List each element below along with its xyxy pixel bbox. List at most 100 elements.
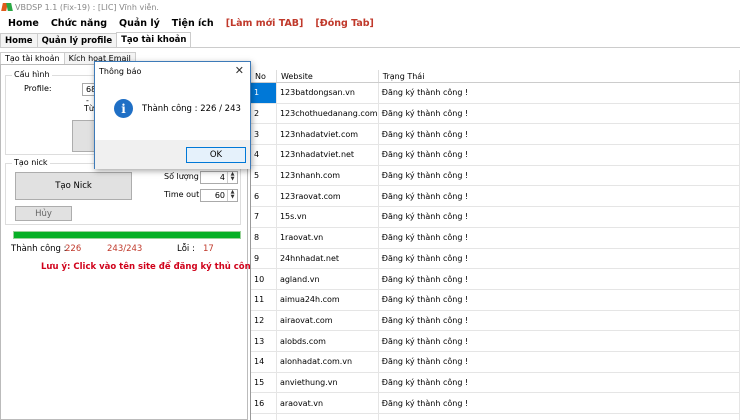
status-cell: Đăng ký thành công ! (379, 248, 740, 269)
website-cell[interactable] (277, 414, 379, 420)
status-cell: Đăng ký thành công ! (379, 310, 740, 331)
status-cell: Đăng ký thành công ! (379, 124, 740, 145)
grid-header: No Website Trạng Thái (251, 70, 740, 83)
table-row[interactable]: 5 123nhanh.com Đăng ký thành công ! (251, 165, 740, 187)
row-number-cell: 9 (251, 248, 277, 269)
status-cell: Đăng ký thành công ! (379, 103, 740, 124)
menu-close-tab[interactable]: [Đóng Tab] (309, 18, 380, 29)
status-cell: Đăng ký thành công ! (379, 289, 740, 310)
table-row[interactable]: 16 araovat.vn Đăng ký thành công ! (251, 393, 740, 414)
success-label: Thành công : (11, 244, 67, 254)
window-title: VBDSP 1.1 (Fix-19) : [LIC] Vĩnh viễn. (15, 2, 159, 12)
table-row[interactable]: 10 agland.vn Đăng ký thành công ! (251, 269, 740, 290)
close-icon[interactable]: ✕ (235, 64, 244, 77)
website-cell[interactable]: aimua24h.com (277, 289, 379, 310)
quantity-stepper[interactable]: 4 ▲ ▼ (200, 171, 238, 184)
cancel-button[interactable]: Hủy (15, 206, 72, 221)
column-header-no[interactable]: No (251, 70, 277, 82)
website-cell[interactable]: alobds.com (277, 331, 379, 351)
timeout-stepper[interactable]: 60 ▲ ▼ (200, 189, 238, 202)
tab-profile-manager[interactable]: Quản lý profile (36, 33, 118, 47)
website-cell[interactable]: 123chothuedanang.com (277, 103, 379, 124)
main-tab-strip: Home Quản lý profile Tạo tài khoản (0, 32, 740, 48)
website-cell[interactable]: airaovat.com (277, 310, 379, 331)
status-cell: Đăng ký thành công ! (379, 207, 740, 227)
success-count: 226 (65, 244, 82, 254)
website-cell[interactable]: 1raovat.vn (277, 227, 379, 248)
create-nick-legend: Tạo nick (12, 158, 50, 167)
table-row[interactable]: 3 123nhadatviet.com Đăng ký thành công ! (251, 124, 740, 146)
row-number-cell: 6 (251, 186, 277, 207)
stepper-arrows-icon[interactable]: ▲ ▼ (227, 172, 237, 183)
table-row[interactable]: 9 24hnhadat.net Đăng ký thành công ! (251, 248, 740, 270)
website-cell[interactable]: 123raovat.com (277, 186, 379, 207)
progress-ratio: 243/243 (107, 244, 143, 254)
tab-create-account[interactable]: Tạo tài khoản (116, 32, 192, 47)
row-number-cell: 11 (251, 289, 277, 310)
stepper-arrows-icon[interactable]: ▲ ▼ (227, 190, 237, 201)
row-number-cell: 14 (251, 351, 277, 372)
website-cell[interactable]: alonhadat.com.vn (277, 351, 379, 372)
status-cell: Đăng ký thành công ! (379, 165, 740, 186)
status-cell: Đăng ký thành công ! (379, 186, 740, 207)
quantity-value: 4 (219, 173, 225, 182)
table-row[interactable]: 8 1raovat.vn Đăng ký thành công ! (251, 227, 740, 249)
table-row[interactable]: 7 15s.vn Đăng ký thành công ! (251, 207, 740, 228)
table-row[interactable]: 4 123nhadatviet.net Đăng ký thành công ! (251, 145, 740, 166)
status-cell: Đăng ký thành công ! (379, 331, 740, 351)
row-number-cell: 5 (251, 165, 277, 186)
row-number-cell: 7 (251, 207, 277, 227)
website-cell[interactable]: 123nhadatviet.net (277, 145, 379, 165)
quantity-label: Số lượng (164, 172, 199, 181)
table-row[interactable]: 2 123chothuedanang.com Đăng ký thành công … (251, 103, 740, 125)
menu-utilities[interactable]: Tiện ích (166, 18, 220, 29)
website-cell[interactable]: 123nhanh.com (277, 165, 379, 186)
timeout-label: Time out (164, 190, 200, 199)
website-cell[interactable]: 15s.vn (277, 207, 379, 227)
menu-refresh-tab[interactable]: [Làm mới TAB] (220, 18, 310, 29)
table-row[interactable]: 11 aimua24h.com Đăng ký thành công ! (251, 289, 740, 311)
row-number-cell: 17 (251, 414, 277, 420)
tab-home[interactable]: Home (0, 33, 38, 47)
timeout-value: 60 (214, 191, 225, 200)
menu-functions[interactable]: Chức năng (45, 18, 113, 29)
progress-bar (13, 231, 241, 239)
config-legend: Cấu hình (12, 70, 52, 79)
error-label: Lỗi : (177, 244, 195, 254)
menu-home[interactable]: Home (0, 18, 45, 29)
table-row[interactable]: 17 (251, 414, 740, 420)
row-number-cell: 10 (251, 269, 277, 289)
website-cell[interactable]: anviethung.vn (277, 372, 379, 393)
table-row[interactable]: 15 anviethung.vn Đăng ký thành công ! (251, 372, 740, 394)
status-cell (379, 414, 740, 420)
create-nick-button[interactable]: Tạo Nick (15, 172, 132, 200)
website-cell[interactable]: 24hnhadat.net (277, 248, 379, 269)
menu-manage[interactable]: Quản lý (113, 18, 166, 29)
column-header-website[interactable]: Website (277, 70, 379, 82)
row-number-cell: 2 (251, 103, 277, 124)
website-cell[interactable]: agland.vn (277, 269, 379, 289)
table-row[interactable]: 12 airaovat.com Đăng ký thành công ! (251, 310, 740, 332)
website-cell[interactable]: araovat.vn (277, 393, 379, 413)
row-number-cell: 4 (251, 145, 277, 165)
app-logo-icon (1, 2, 13, 12)
manual-register-note: Lưu ý: Click vào tên site để đăng ký thủ… (41, 262, 261, 272)
website-grid[interactable]: No Website Trạng Thái 1 123batdongsan.vn Đ… (250, 70, 740, 420)
subtab-create-account[interactable]: Tạo tài khoản (0, 52, 65, 64)
table-row[interactable]: 1 123batdongsan.vn Đăng ký thành công ! (251, 83, 740, 104)
row-number-cell: 1 (251, 83, 277, 103)
profile-label: Profile: (24, 84, 52, 93)
column-header-status[interactable]: Trạng Thái (379, 70, 740, 82)
grid-body: 1 123batdongsan.vn Đăng ký thành công ! 2 12… (251, 83, 740, 420)
table-row[interactable]: 14 alonhadat.com.vn Đăng ký thành công ! (251, 351, 740, 373)
error-count: 17 (203, 244, 214, 254)
website-cell[interactable]: 123nhadatviet.com (277, 124, 379, 145)
table-row[interactable]: 6 123raovat.com Đăng ký thành công ! (251, 186, 740, 208)
row-number-cell: 13 (251, 331, 277, 351)
ok-button[interactable]: OK (186, 147, 246, 163)
status-cell: Đăng ký thành công ! (379, 393, 740, 413)
row-number-cell: 8 (251, 227, 277, 248)
table-row[interactable]: 13 alobds.com Đăng ký thành công ! (251, 331, 740, 352)
create-nick-group: Tạo nick Tạo Nick Hủy Số lượng 4 ▲ ▼ Time… (5, 158, 241, 225)
website-cell[interactable]: 123batdongsan.vn (277, 83, 379, 103)
